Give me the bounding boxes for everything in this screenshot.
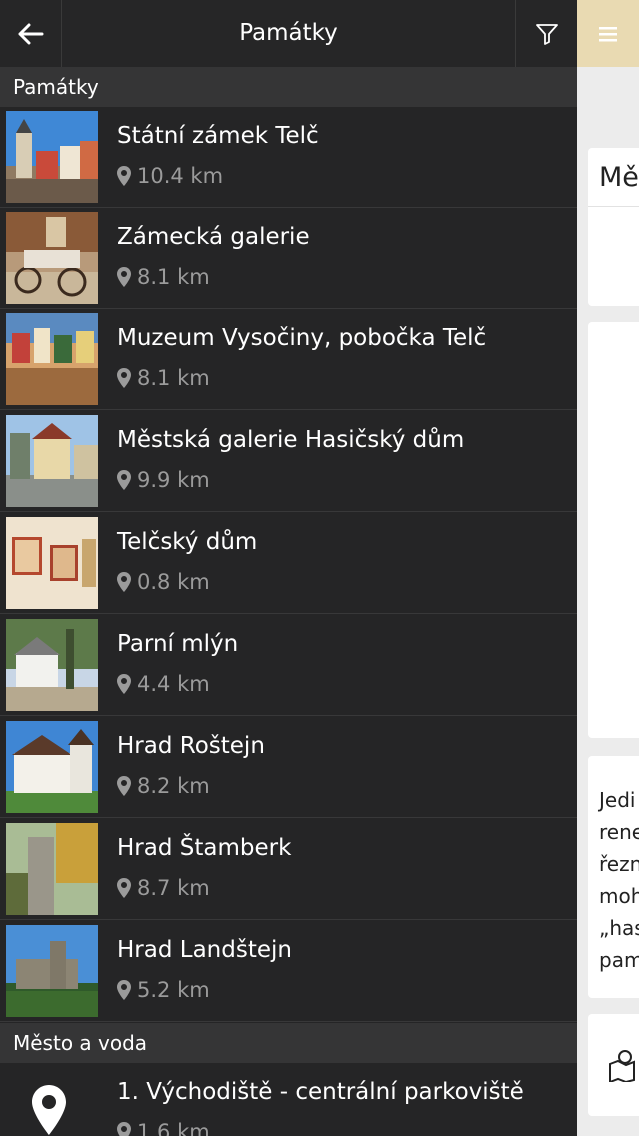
list-item[interactable]: Městská galerie Hasičský dům 9.9 km <box>0 411 577 512</box>
list-item[interactable]: Telčský dům 0.8 km <box>0 513 577 614</box>
distance-text: 8.1 km <box>137 265 210 289</box>
item-distance: 8.2 km <box>117 774 210 798</box>
location-pin-icon <box>117 980 131 1000</box>
thumbnail-image <box>6 111 98 203</box>
app-bar: Památky <box>0 0 577 67</box>
thumbnail-image <box>6 925 98 1017</box>
detail-text-line: Jedi <box>599 788 636 812</box>
thumbnail-image <box>6 721 98 813</box>
map-icon <box>609 1050 635 1082</box>
detail-map-card[interactable] <box>588 1014 639 1116</box>
thumbnail-image <box>6 517 98 609</box>
page-title: Památky <box>239 20 338 46</box>
item-name: Hrad Landštejn <box>117 937 292 963</box>
list-item[interactable]: 1. Východiště - centrální parkoviště 1.6… <box>0 1063 577 1136</box>
background-detail-page: Mě Jedi rene řezn moh „has pam <box>577 0 639 1136</box>
back-arrow-icon <box>18 23 43 44</box>
detail-text-line: rene <box>599 820 639 844</box>
hamburger-menu-icon <box>599 26 617 41</box>
item-distance: 8.1 km <box>117 265 210 289</box>
detail-text-line: moh <box>599 884 639 908</box>
distance-text: 5.2 km <box>137 978 210 1002</box>
location-pin-icon <box>117 1122 131 1136</box>
list-item[interactable]: Hrad Roštejn 8.2 km <box>0 717 577 818</box>
list-item[interactable]: Parní mlýn 4.4 km <box>0 615 577 716</box>
location-pin-icon <box>117 674 131 694</box>
detail-text-card: Jedi rene řezn moh „has pam <box>588 756 639 998</box>
thumbnail-image <box>6 619 98 711</box>
distance-text: 10.4 km <box>137 164 224 188</box>
location-pin-icon <box>117 267 131 287</box>
list-item[interactable]: Hrad Landštejn 5.2 km <box>0 921 577 1022</box>
thumbnail-image <box>6 313 98 405</box>
list-item[interactable]: Muzeum Vysočiny, pobočka Telč 8.1 km <box>0 309 577 410</box>
distance-text: 8.7 km <box>137 876 210 900</box>
item-distance: 8.7 km <box>117 876 210 900</box>
detail-title-card: Mě <box>588 148 639 306</box>
back-button[interactable] <box>0 0 62 67</box>
item-name: Hrad Roštejn <box>117 733 265 759</box>
item-name: Státní zámek Telč <box>117 123 319 149</box>
thumbnail-image <box>6 415 98 507</box>
distance-text: 8.2 km <box>137 774 210 798</box>
item-name: Telčský dům <box>117 529 258 555</box>
menu-button[interactable] <box>577 0 639 67</box>
item-distance: 5.2 km <box>117 978 210 1002</box>
detail-text-line: pam <box>599 948 639 972</box>
detail-text-line: řezn <box>599 852 639 876</box>
item-name: Hrad Štamberk <box>117 835 292 861</box>
location-pin-icon <box>117 572 131 592</box>
distance-text: 9.9 km <box>137 468 210 492</box>
detail-text-line: „has <box>599 916 639 940</box>
distance-text: 8.1 km <box>137 366 210 390</box>
filter-icon <box>535 23 558 45</box>
item-name: Muzeum Vysočiny, pobočka Telč <box>117 325 487 351</box>
location-pin-icon <box>117 470 131 490</box>
item-distance: 4.4 km <box>117 672 210 696</box>
item-distance: 1.6 km <box>117 1120 210 1136</box>
list-item[interactable]: Státní zámek Telč 10.4 km <box>0 107 577 208</box>
item-name: Parní mlýn <box>117 631 239 657</box>
filter-button[interactable] <box>515 0 577 67</box>
list-item[interactable]: Hrad Štamberk 8.7 km <box>0 819 577 920</box>
location-pin-icon <box>117 368 131 388</box>
item-distance: 10.4 km <box>117 164 223 188</box>
navigation-drawer: Památky Památky Státní zámek Telč 10.4 k… <box>0 0 577 1136</box>
list-item[interactable]: Zámecká galerie 8.1 km <box>0 208 577 309</box>
location-pin-icon <box>32 1085 66 1135</box>
divider <box>588 206 639 207</box>
item-name: Zámecká galerie <box>117 224 310 250</box>
item-distance: 0.8 km <box>117 570 210 594</box>
item-distance: 8.1 km <box>117 366 210 390</box>
item-name: Městská galerie Hasičský dům <box>117 427 465 453</box>
distance-text: 0.8 km <box>137 570 210 594</box>
location-pin-icon <box>117 776 131 796</box>
location-pin-icon <box>117 166 131 186</box>
distance-text: 1.6 km <box>137 1120 210 1136</box>
location-pin-icon <box>117 878 131 898</box>
detail-title: Mě <box>599 162 639 193</box>
detail-image-card <box>588 322 639 738</box>
thumbnail-image <box>6 212 98 304</box>
section-header: Památky <box>0 67 577 107</box>
thumbnail-image <box>6 823 98 915</box>
distance-text: 4.4 km <box>137 672 210 696</box>
item-name: 1. Východiště - centrální parkoviště <box>117 1079 524 1105</box>
section-header: Město a voda <box>0 1023 577 1063</box>
item-distance: 9.9 km <box>117 468 210 492</box>
